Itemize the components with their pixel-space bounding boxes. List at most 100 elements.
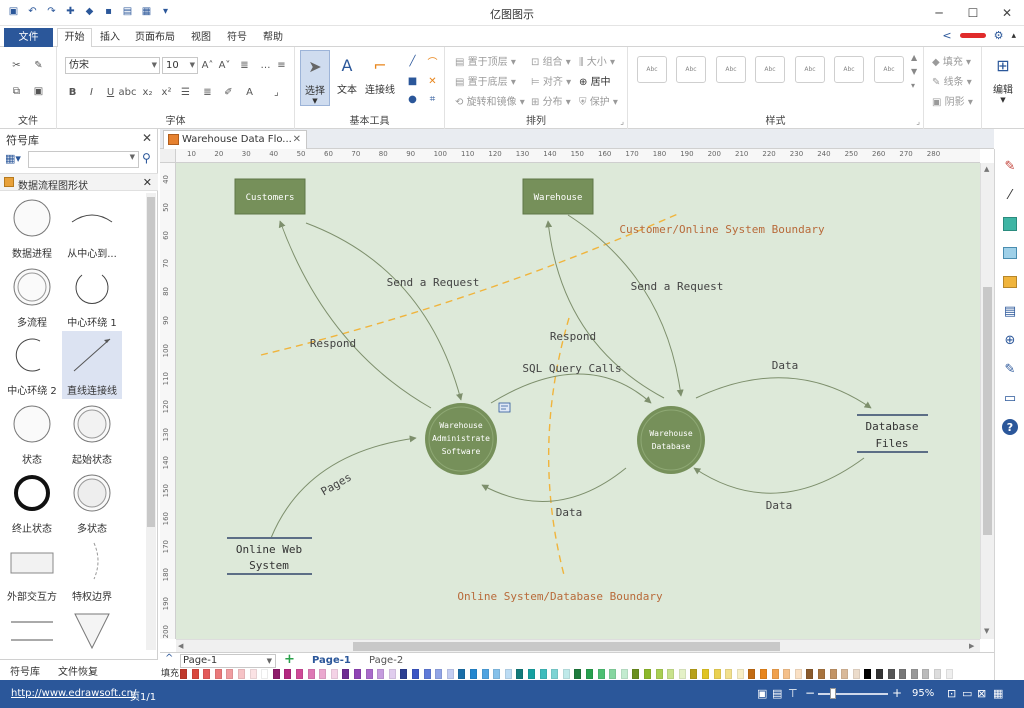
shape-data-process[interactable]: 数据进程 [2, 194, 62, 262]
color-swatch[interactable] [238, 669, 245, 679]
close-icon[interactable]: ✕ [142, 131, 152, 145]
style-preset-2[interactable]: Abc [676, 56, 706, 83]
styles-dialog-icon[interactable]: ⌟ [916, 117, 920, 126]
color-swatch[interactable] [319, 669, 327, 679]
share-icon[interactable]: < [942, 29, 951, 42]
full-screen-icon[interactable]: ⊠ [977, 687, 986, 700]
color-swatch[interactable] [620, 669, 628, 679]
align-button[interactable]: ⊨ 对齐 ▾ [531, 73, 571, 88]
library-menu-icon[interactable]: ▦▾ [5, 152, 21, 165]
superscript-icon[interactable]: x² [159, 85, 174, 100]
shape-multi-state[interactable]: 多状态 [62, 469, 122, 537]
arrange-dialog-icon[interactable]: ⌟ [620, 117, 624, 126]
website-link[interactable]: http://www.edrawsoft.cn/ [11, 688, 136, 699]
tab-home[interactable]: 开始 [57, 28, 92, 48]
font-size-select[interactable]: 10 ▼ [162, 57, 198, 74]
color-swatch[interactable] [829, 669, 837, 679]
collapse-pages-icon[interactable]: ^ [165, 653, 173, 664]
layers-icon[interactable] [1001, 273, 1019, 291]
library-scroll-thumb[interactable] [147, 197, 155, 527]
group-button[interactable]: ⊡ 组合 ▾ [531, 53, 571, 68]
color-swatch[interactable] [249, 669, 257, 679]
color-swatch[interactable] [667, 669, 675, 679]
page-properties-icon[interactable]: ▤ [1001, 302, 1019, 320]
color-swatch[interactable] [272, 669, 280, 679]
text-tool-button[interactable]: A 文本 [332, 50, 362, 106]
color-swatch[interactable] [203, 669, 211, 679]
color-swatch[interactable] [771, 669, 779, 679]
datastore-online-web-system[interactable]: Online Web System [227, 537, 312, 575]
fill-button[interactable]: ◆ 填充 ▾ [932, 53, 971, 68]
minimize-icon[interactable]: ─ [922, 0, 956, 26]
rectangle-tool-icon[interactable]: ■ [405, 74, 420, 89]
datastore-database-files[interactable]: Database Files [857, 414, 928, 453]
color-swatch[interactable] [655, 669, 663, 679]
tab-page-layout[interactable]: 页面布局 [131, 29, 179, 47]
tab-symbol[interactable]: 符号 [222, 29, 252, 47]
color-swatch[interactable] [922, 669, 930, 679]
color-swatch[interactable] [307, 669, 315, 679]
color-swatch[interactable] [354, 669, 361, 679]
tab-view[interactable]: 视图 [186, 29, 216, 47]
color-swatch[interactable] [412, 669, 419, 679]
library-scrollbar[interactable] [146, 193, 156, 650]
text-align-icon[interactable]: ≣ [237, 58, 252, 73]
highlight-icon[interactable]: ✐ [221, 85, 236, 100]
entity-warehouse[interactable]: Warehouse [522, 178, 594, 215]
scroll-up-icon[interactable]: ▲ [984, 165, 989, 173]
cross-tool-icon[interactable]: ✕ [425, 74, 440, 89]
scroll-left-icon[interactable]: ◀ [178, 642, 183, 650]
horizontal-scroll-thumb[interactable] [353, 642, 780, 651]
color-swatch[interactable] [551, 669, 559, 679]
shape-multi-process[interactable]: 多流程 [2, 263, 62, 331]
color-swatch[interactable] [539, 669, 547, 679]
shadow-format-icon[interactable] [1001, 215, 1019, 233]
color-swatch[interactable] [528, 669, 535, 679]
shape-straight-connector[interactable]: 直线连接线 [62, 331, 122, 399]
color-swatch[interactable] [794, 669, 802, 679]
underline-icon[interactable]: U [103, 85, 118, 100]
color-swatch[interactable] [725, 669, 733, 679]
color-swatch[interactable] [597, 669, 605, 679]
color-swatch[interactable] [702, 669, 709, 679]
collapse-ribbon-icon[interactable]: ▴ [1011, 31, 1016, 41]
color-swatch[interactable] [736, 669, 744, 679]
shrink-font-icon[interactable]: A˅ [217, 58, 232, 73]
library-search-input[interactable]: ▼ [28, 151, 139, 168]
view-fit-icon[interactable]: ▤ [772, 687, 782, 700]
color-swatch[interactable] [644, 669, 651, 679]
color-swatch[interactable] [864, 669, 872, 679]
hyperlink-icon[interactable]: ⊕ [1001, 331, 1019, 349]
flow-respond-customers[interactable] [278, 220, 432, 409]
style-preset-5[interactable]: Abc [795, 56, 825, 83]
color-swatch[interactable] [388, 669, 396, 679]
protect-button[interactable]: ⛨ 保护 ▾ [579, 93, 618, 108]
user-badge-icon[interactable] [959, 33, 986, 38]
distribute-button[interactable]: ⊞ 分布 ▾ [531, 93, 571, 108]
settings-gear-icon[interactable]: ⚙ [994, 29, 1004, 42]
flow-data-to-files[interactable] [695, 377, 872, 409]
style-preset-4[interactable]: Abc [755, 56, 785, 83]
center-button[interactable]: ⊕ 居中 [579, 73, 611, 88]
flow-data-to-software[interactable] [481, 467, 627, 502]
color-swatch[interactable] [562, 669, 570, 679]
color-swatch[interactable] [365, 669, 373, 679]
color-swatch[interactable] [841, 669, 849, 679]
color-swatch[interactable] [609, 669, 617, 679]
color-swatch[interactable] [910, 669, 918, 679]
color-swatch[interactable] [806, 669, 814, 679]
scroll-down-icon[interactable]: ▼ [984, 627, 989, 635]
list-icon[interactable]: ☰ [178, 85, 193, 100]
shape-center-loop-1[interactable]: 中心环绕 1 [62, 263, 122, 331]
color-swatch[interactable] [586, 669, 593, 679]
search-icon[interactable]: ⚲ [142, 151, 151, 165]
zoom-slider[interactable] [818, 688, 888, 699]
color-swatch[interactable] [760, 669, 767, 679]
color-swatch[interactable] [284, 669, 292, 679]
font-dialog-icon[interactable]: ⌟ [269, 85, 284, 100]
canvas-vertical-scrollbar[interactable]: ▲ ▼ [980, 163, 994, 639]
zoom-in-icon[interactable]: + [892, 686, 902, 700]
vertical-scroll-thumb[interactable] [983, 287, 992, 535]
selection-handle-icon[interactable] [498, 402, 511, 413]
paragraph-icon[interactable]: ≣ [200, 85, 215, 100]
